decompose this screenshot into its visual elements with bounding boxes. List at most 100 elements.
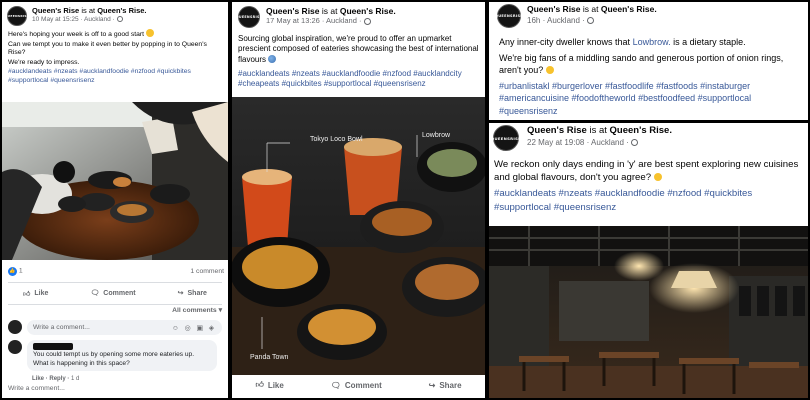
thumbs-up-icon: 👍︎	[23, 290, 31, 298]
page-avatar[interactable]: QUEENSRISE	[235, 6, 263, 28]
is-at-text: is at	[81, 6, 96, 15]
post-author-line: Queen's Rise is at Queen's Rise.	[527, 125, 672, 137]
post-timestamp[interactable]: 17 May at 13:26 · Auckland ·	[266, 16, 361, 25]
post-author-line: Queen's Rise is at Queen's Rise.	[32, 6, 147, 15]
page-name-link[interactable]: Queen's Rise	[527, 4, 581, 14]
page-avatar[interactable]: QUEENSRISE	[491, 125, 521, 151]
post-actions: 👍︎ Like 🗨︎ Comment ↪ Share	[232, 378, 485, 392]
location-link[interactable]: Queen's Rise.	[601, 4, 657, 14]
comment-button[interactable]: 🗨︎ Comment	[90, 289, 136, 298]
comment-like-link[interactable]: Like	[32, 376, 44, 382]
post-text: We reckon only days ending in 'y' are be…	[494, 159, 799, 184]
like-label: Like	[267, 380, 284, 390]
comment-bubble: You could tempt us by opening some more …	[27, 340, 217, 371]
page-avatar[interactable]: QUEENSRISE	[4, 6, 30, 26]
page-name-link[interactable]: Queen's Rise	[32, 6, 79, 15]
like-button[interactable]: 👍︎ Like	[23, 289, 48, 298]
is-at-text: is at	[321, 6, 338, 16]
thumbs-up-icon: 👍︎	[255, 380, 264, 389]
post-hashtags[interactable]: #aucklandeats #nzeats #aucklandfoodie #n…	[8, 68, 222, 85]
wink-emoji-icon	[653, 173, 662, 182]
location-link[interactable]: Queen's Rise.	[340, 6, 396, 16]
post-text-1: Here's hoping your week is off to a good…	[8, 31, 145, 38]
speech-bubble-icon: 🗨︎	[330, 380, 341, 390]
comment-placeholder: Write a comment...	[33, 324, 90, 331]
comment-composer: Write a comment... ☺ ◎ ▣ ◈	[8, 320, 222, 335]
post-hashtags[interactable]: #urbanlistakl #burgerlover #fastfoodlife…	[499, 80, 800, 118]
divider	[8, 282, 222, 283]
post-card-1: QUEENSRISE Queen's Rise is at Queen's Ri…	[2, 2, 228, 398]
reaction-count: 1	[18, 267, 23, 274]
label-panda-town: Panda Town	[250, 354, 289, 361]
reaction-summary[interactable]: 👍 1 1 comment	[8, 265, 224, 277]
like-reaction-icon: 👍	[8, 266, 17, 276]
post-header: QUEENSRISE Queen's Rise is at Queen's Ri…	[232, 2, 485, 28]
post-text-3: We're ready to impress.	[8, 58, 80, 66]
location-link[interactable]: Queen's Rise.	[610, 125, 672, 136]
post-text-2: Can we tempt you to make it even better …	[8, 40, 207, 57]
share-label: Share	[439, 380, 462, 390]
post-text-1b: is a dietary staple.	[673, 37, 746, 47]
post-body: Here's hoping your week is off to a good…	[2, 26, 228, 86]
post-meta: 17 May at 13:26 · Auckland ·	[266, 16, 396, 26]
post-photo-food-spread[interactable]: Tokyo Loco Bowl Lowbrow Panda Town	[232, 97, 485, 375]
like-button[interactable]: 👍︎ Like	[255, 380, 283, 390]
label-lowbrow: Lowbrow	[422, 132, 451, 139]
post-photo-restaurant-interior[interactable]	[489, 226, 808, 398]
comment-text: You could tempt us by opening some more …	[33, 351, 195, 367]
share-arrow-icon: ↪	[177, 290, 184, 297]
comment-count[interactable]: 1 comment	[190, 268, 224, 275]
like-label: Like	[34, 289, 49, 297]
post-body: We reckon only days ending in 'y' are be…	[489, 151, 808, 214]
post-meta: 22 May at 19:08 · Auckland ·	[527, 137, 672, 149]
smile-emoji-icon	[545, 66, 554, 75]
post-text-2: We're big fans of a middling sando and g…	[499, 52, 784, 76]
logo-text: QUEENSRISE	[235, 15, 263, 19]
post-body: Any inner-city dweller knows that Lowbro…	[489, 28, 808, 118]
post-meta: 16h · Auckland ·	[527, 15, 657, 26]
commenter-avatar[interactable]	[8, 340, 22, 354]
post-hashtags[interactable]: #aucklandeats #nzeats #aucklandfoodie #n…	[238, 69, 479, 90]
page-name-link[interactable]: Queen's Rise	[266, 6, 320, 16]
globe-icon	[587, 17, 595, 25]
post-header: QUEENSRISE Queen's Rise is at Queen's Ri…	[489, 2, 808, 28]
comment-label: Comment	[103, 289, 136, 297]
post-timestamp[interactable]: 10 May at 15:25 · Auckland ·	[32, 16, 115, 23]
post-header: QUEENSRISE Queen's Rise is at Queen's Ri…	[489, 123, 808, 151]
comment-reply-link[interactable]: Reply	[49, 376, 65, 382]
post-photo-food-table[interactable]	[2, 102, 228, 260]
share-button[interactable]: ↪ Share	[177, 289, 207, 298]
label-tokyo-loco-bowl: Tokyo Loco Bowl	[310, 136, 363, 143]
comment-age: 1 d	[71, 376, 80, 382]
speech-bubble-icon: 🗨︎	[90, 290, 100, 297]
comment-item: You could tempt us by opening some more …	[8, 340, 222, 371]
logo-text: QUEENSRISE	[4, 14, 30, 18]
comment-label: Comment	[344, 380, 382, 390]
share-label: Share	[187, 289, 207, 297]
redacted-commenter-name	[33, 343, 73, 350]
globe-icon	[116, 16, 123, 23]
comment-button[interactable]: 🗨︎ Comment	[331, 381, 382, 390]
share-button[interactable]: ↪ Share	[429, 381, 462, 390]
second-comment-input[interactable]: Write a comment...	[8, 385, 65, 392]
user-avatar	[8, 320, 22, 334]
post-meta: 10 May at 15:25 · Auckland ·	[32, 15, 147, 24]
all-comments-dropdown[interactable]: All comments ▾	[172, 306, 222, 314]
comment-actions: Like · Reply · 1 d	[32, 376, 80, 382]
post-timestamp[interactable]: 16h · Auckland ·	[527, 16, 585, 25]
earth-globe-emoji-icon	[268, 54, 277, 63]
page-name-link[interactable]: Queen's Rise	[527, 125, 587, 136]
post-body: Sourcing global inspiration, we're proud…	[232, 28, 485, 89]
globe-icon	[631, 139, 639, 147]
location-link[interactable]: Queen's Rise.	[97, 6, 146, 15]
page-avatar[interactable]: QUEENSRISE	[495, 4, 523, 28]
is-at-text: is at	[589, 125, 607, 136]
post-hashtags[interactable]: #aucklandeats #nzeats #aucklandfoodie #n…	[494, 187, 802, 213]
post-timestamp[interactable]: 22 May at 19:08 · Auckland ·	[527, 138, 629, 147]
globe-icon	[363, 17, 371, 25]
post-author-line: Queen's Rise is at Queen's Rise.	[527, 4, 657, 15]
post-author-line: Queen's Rise is at Queen's Rise.	[266, 6, 396, 16]
lowbrow-link[interactable]: Lowbrow.	[633, 37, 671, 47]
is-at-text: is at	[582, 4, 599, 14]
comment-input[interactable]: Write a comment... ☺ ◎ ▣ ◈	[27, 320, 222, 335]
